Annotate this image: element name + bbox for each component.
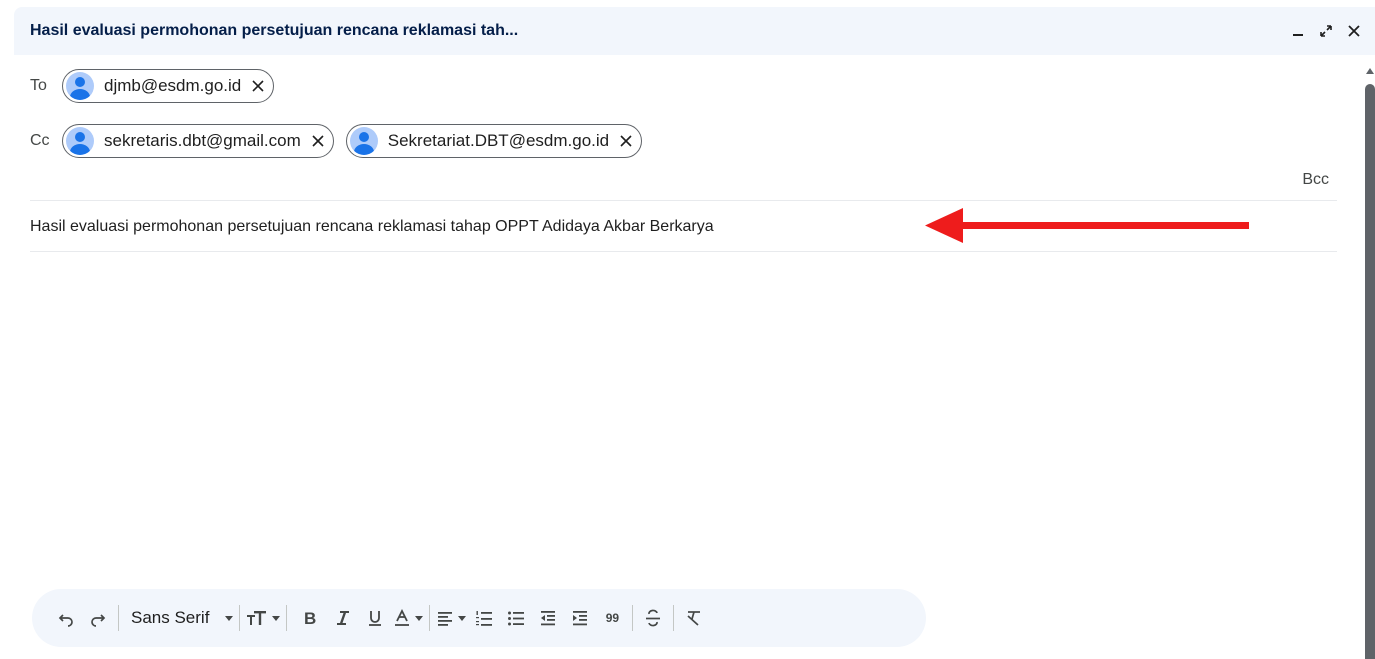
remove-recipient-icon[interactable] [619, 134, 633, 148]
remove-formatting-icon[interactable] [680, 602, 708, 634]
window-controls [1289, 22, 1375, 40]
red-arrow-annotation [925, 208, 1249, 243]
recipient-email: sekretaris.dbt@gmail.com [104, 131, 301, 150]
strikethrough-icon[interactable] [639, 602, 667, 634]
avatar [66, 127, 94, 155]
full-screen-icon[interactable] [1317, 22, 1335, 40]
numbered-list-icon[interactable] [470, 602, 498, 634]
underline-icon[interactable] [361, 602, 389, 634]
toolbar-separator [118, 605, 119, 631]
to-label: To [30, 77, 47, 94]
scrollbar[interactable] [1364, 60, 1375, 659]
italic-icon[interactable] [329, 602, 357, 634]
minimize-icon[interactable] [1289, 22, 1307, 40]
svg-text:B: B [304, 609, 316, 627]
chevron-down-icon [225, 615, 234, 621]
scrollbar-thumb[interactable] [1365, 84, 1375, 659]
indent-more-icon[interactable] [566, 602, 594, 634]
font-name: Sans Serif [131, 608, 210, 627]
cc-label: Cc [30, 132, 50, 149]
avatar [66, 72, 94, 100]
toolbar-separator [673, 605, 675, 631]
recipient-email: Sekretariat.DBT@esdm.go.id [387, 131, 610, 150]
chevron-down-icon [272, 615, 281, 621]
font-family-select[interactable]: Sans Serif [125, 602, 234, 634]
cc-row: Cc sekretaris.dbt@gmail.com Sekretariat.… [30, 124, 654, 158]
chevron-down-icon [415, 615, 424, 621]
scroll-up-icon[interactable] [1366, 68, 1374, 74]
compose-title: Hasil evaluasi permohonan persetujuan re… [30, 22, 519, 39]
compose-title-bar[interactable]: Hasil evaluasi permohonan persetujuan re… [14, 7, 1375, 55]
recipient-chip[interactable]: djmb@esdm.go.id [62, 69, 275, 103]
quote-icon[interactable]: 99 [598, 602, 626, 634]
subject-field[interactable]: Hasil evaluasi permohonan persetujuan re… [30, 218, 714, 236]
divider [30, 200, 1337, 201]
remove-recipient-icon[interactable] [251, 79, 265, 93]
bold-icon[interactable]: B [297, 602, 325, 634]
recipient-chip[interactable]: sekretaris.dbt@gmail.com [62, 124, 334, 158]
bulleted-list-icon[interactable] [502, 602, 530, 634]
toolbar-separator [632, 605, 634, 631]
indent-less-icon[interactable] [534, 602, 562, 634]
undo-icon[interactable] [52, 602, 80, 634]
bcc-button[interactable]: Bcc [1302, 171, 1329, 189]
close-icon[interactable] [1345, 22, 1363, 40]
to-row: To djmb@esdm.go.id [30, 69, 286, 103]
remove-recipient-icon[interactable] [311, 134, 325, 148]
toolbar-separator [286, 605, 288, 631]
toolbar-separator [239, 605, 241, 631]
recipient-email: djmb@esdm.go.id [104, 76, 242, 95]
recipient-chip[interactable]: Sekretariat.DBT@esdm.go.id [345, 124, 643, 158]
avatar [349, 127, 378, 155]
align-icon[interactable] [436, 602, 467, 634]
redo-icon[interactable] [84, 602, 112, 634]
divider [30, 251, 1337, 252]
text-color-icon[interactable] [393, 602, 424, 634]
chevron-down-icon [458, 615, 467, 621]
formatting-toolbar: Sans Serif B 99 [32, 589, 926, 647]
font-size-icon[interactable] [246, 602, 281, 634]
toolbar-separator [429, 605, 431, 631]
